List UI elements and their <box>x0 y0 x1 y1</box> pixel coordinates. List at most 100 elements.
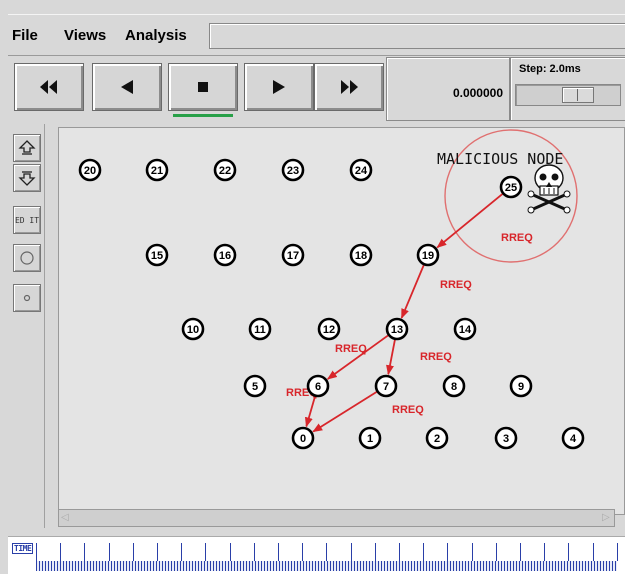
timeline-tick <box>471 543 473 561</box>
time-display: 0.000000 <box>386 57 510 121</box>
timeline-tick <box>60 543 62 561</box>
node-19[interactable]: 19 <box>416 243 440 267</box>
rreq-link-6-0 <box>304 396 316 428</box>
timeline-tick <box>592 543 594 561</box>
node-2[interactable]: 2 <box>425 426 449 450</box>
timeline-tick <box>132 543 134 561</box>
timeline-bar[interactable] <box>36 561 617 571</box>
malicious-node-title: MALICIOUS NODE <box>437 150 563 168</box>
node-11[interactable]: 11 <box>248 317 272 341</box>
timeline-tick <box>253 543 255 561</box>
playback-toolbar: 0.000000 Step: 2.0ms <box>8 57 625 121</box>
menu-analysis[interactable]: Analysis <box>125 27 187 44</box>
node-1[interactable]: 1 <box>358 426 382 450</box>
node-4[interactable]: 4 <box>561 426 585 450</box>
node-label: 25 <box>505 182 517 194</box>
canvas-hscrollbar[interactable]: ◁ ▷ <box>58 509 615 527</box>
node-15[interactable]: 15 <box>145 243 169 267</box>
step-slider-thumb[interactable] <box>562 87 594 103</box>
play-forward-button[interactable] <box>244 63 314 111</box>
node-label: 20 <box>84 165 96 177</box>
timeline-tick <box>181 543 183 561</box>
timeline-tick <box>205 543 207 561</box>
scroll-right-icon[interactable]: ▷ <box>602 512 612 523</box>
menu-file[interactable]: File <box>12 27 38 44</box>
malicious-node-25[interactable]: 25 <box>499 175 523 199</box>
node-13[interactable]: 13 <box>385 317 409 341</box>
zoom-out-icon <box>18 171 36 186</box>
timeline-tick <box>447 543 449 561</box>
zoom-in-icon <box>18 140 36 155</box>
rreq-link-7-0 <box>312 391 378 433</box>
node-label: 2 <box>434 433 440 445</box>
fast-forward-button[interactable] <box>314 63 384 111</box>
large-node-button[interactable] <box>13 244 41 272</box>
edit-button[interactable]: ED IT <box>13 206 41 234</box>
small-node-button[interactable] <box>13 284 41 312</box>
node-22[interactable]: 22 <box>213 158 237 182</box>
node-5[interactable]: 5 <box>243 374 267 398</box>
rreq-label: RREQ <box>440 279 472 291</box>
node-label: 18 <box>355 250 367 262</box>
edit-label: ED IT <box>14 215 40 225</box>
node-7[interactable]: 7 <box>374 374 398 398</box>
rreq-link-13-6 <box>326 334 389 380</box>
node-18[interactable]: 18 <box>349 243 373 267</box>
timeline-tick <box>616 543 618 561</box>
node-6[interactable]: 6 <box>306 374 330 398</box>
timeline-tick <box>278 543 279 561</box>
zoom-out-button[interactable] <box>13 164 41 192</box>
node-3[interactable]: 3 <box>494 426 518 450</box>
node-24[interactable]: 24 <box>349 158 373 182</box>
node-label: 24 <box>355 165 368 177</box>
fast-forward-icon <box>341 80 358 94</box>
step-slider[interactable] <box>515 84 621 106</box>
timeline-tick <box>326 543 328 561</box>
timeline-tick <box>84 543 86 561</box>
fast-rewind-button[interactable] <box>14 63 84 111</box>
node-14[interactable]: 14 <box>453 317 477 341</box>
node-21[interactable]: 21 <box>145 158 169 182</box>
time-value: 0.000000 <box>452 86 503 100</box>
node-23[interactable]: 23 <box>281 158 305 182</box>
network-canvas[interactable]: RREQ RREQ RREQ RREQ RREQ RREQ 0 1 2 3 4 5 6 7 8 9 10 11 1… <box>58 127 625 515</box>
node-16[interactable]: 16 <box>213 243 237 267</box>
node-label: 5 <box>252 381 258 393</box>
stop-button[interactable] <box>168 63 238 117</box>
node-17[interactable]: 17 <box>281 243 305 267</box>
stop-icon <box>198 82 208 92</box>
node-10[interactable]: 10 <box>181 317 205 341</box>
network-graph[interactable]: RREQRREQRREQRREQRREQRREQ 0 1 2 3 45 6 7 8 910 11 1… <box>59 128 624 514</box>
rreq-label: RREQ <box>392 404 424 416</box>
node-label: 23 <box>287 165 299 177</box>
node-12[interactable]: 12 <box>317 317 341 341</box>
zoom-in-button[interactable] <box>13 134 41 162</box>
rreq-link-13-7 <box>386 339 396 376</box>
node-label: 3 <box>503 433 509 445</box>
rreq-link-25-19 <box>436 193 504 249</box>
rreq-link-19-13 <box>400 264 425 319</box>
circle-small-icon <box>23 294 31 302</box>
scroll-left-icon[interactable]: ◁ <box>61 512 71 523</box>
rreq-label: RREQ <box>501 232 533 244</box>
menu-views[interactable]: Views <box>64 27 106 44</box>
node-0[interactable]: 0 <box>291 426 315 450</box>
node-20[interactable]: 20 <box>78 158 102 182</box>
timeline-tick <box>302 543 304 561</box>
timeline-tick <box>399 543 400 561</box>
play-backward-button[interactable] <box>92 63 162 111</box>
node-9[interactable]: 9 <box>509 374 533 398</box>
node-label: 22 <box>219 165 231 177</box>
timeline-tick <box>350 543 352 561</box>
left-tool-strip: ED IT <box>8 124 45 528</box>
circle-large-icon <box>20 251 34 265</box>
node-label: 6 <box>315 381 321 393</box>
node-label: 7 <box>383 381 389 393</box>
menu-file-label: File <box>12 27 38 44</box>
node-label: 11 <box>254 324 266 336</box>
node-8[interactable]: 8 <box>442 374 466 398</box>
node-label: 10 <box>187 324 199 336</box>
step-control: Step: 2.0ms <box>510 57 625 121</box>
timeline[interactable]: TIME <box>8 536 625 574</box>
timeline-tick <box>36 543 37 561</box>
